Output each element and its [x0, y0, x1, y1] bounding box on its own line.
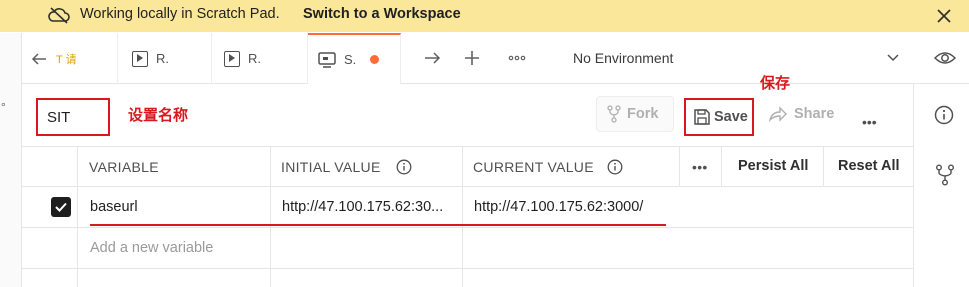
plus-icon[interactable] — [462, 48, 482, 68]
tab-label: R. — [248, 51, 261, 66]
fork-label: Fork — [627, 106, 659, 122]
persist-all-button[interactable]: Persist All — [722, 147, 824, 186]
environment-icon — [318, 51, 336, 68]
header-current-value-label: CURRENT VALUE — [473, 159, 594, 175]
row-checkbox-cell — [22, 187, 78, 227]
info-icon[interactable] — [607, 159, 623, 175]
header-variable-label: VARIABLE — [89, 159, 159, 175]
tab-label: S. — [344, 52, 357, 67]
new-row-checkbox-cell — [22, 228, 78, 268]
header-current-value: CURRENT VALUE — [463, 147, 680, 186]
collapsed-indicator[interactable]: ° — [1, 100, 6, 114]
table-header-row: VARIABLE INITIAL VALUE CURRENT VALUE •••… — [22, 146, 913, 187]
switch-workspace-link[interactable]: Switch to a Workspace — [303, 6, 461, 22]
filler-cell — [78, 269, 271, 287]
new-variable-cell[interactable]: Add a new variable — [78, 228, 271, 268]
environment-name-value: SIT — [47, 109, 71, 126]
tab-environment-active[interactable]: S. — [308, 33, 401, 84]
header-initial-value: INITIAL VALUE — [271, 147, 463, 186]
current-value-cell[interactable]: http://47.100.175.62:3000/ — [463, 187, 680, 227]
share-label: Share — [794, 106, 835, 122]
chevron-down-icon[interactable] — [885, 50, 901, 66]
banner-message: Working locally in Scratch Pad. — [80, 6, 280, 22]
variable-name: baseurl — [90, 199, 138, 215]
right-sidebar — [913, 84, 969, 287]
filler-cell — [22, 269, 78, 287]
header-checkbox-cell — [22, 147, 78, 186]
tab-bar: T 请 R. R. S. No Environment — [0, 33, 969, 84]
close-icon[interactable] — [934, 6, 954, 26]
left-collapsed-panel: ° — [0, 84, 22, 287]
initial-value: http://47.100.175.62:30... — [282, 199, 444, 215]
save-icon — [694, 109, 710, 125]
more-horizontal-icon: ••• — [862, 114, 877, 130]
scratch-pad-banner: Working locally in Scratch Pad. Switch t… — [0, 0, 969, 32]
reset-all-label: Reset All — [838, 158, 900, 174]
info-icon[interactable] — [396, 159, 412, 175]
annotation-save: 保存 — [760, 75, 791, 92]
fork-button[interactable]: Fork — [596, 96, 674, 132]
table-row-new: Add a new variable — [22, 228, 913, 269]
tab-label: T 请 — [56, 53, 77, 66]
play-box-icon — [132, 50, 148, 67]
variables-table: VARIABLE INITIAL VALUE CURRENT VALUE •••… — [22, 146, 913, 287]
environment-selector[interactable]: No Environment — [573, 50, 673, 66]
tab-request-1[interactable]: T 请 — [22, 33, 118, 84]
header-variable: VARIABLE — [78, 147, 271, 186]
more-options-button[interactable]: ••• — [862, 104, 888, 140]
share-icon — [768, 106, 787, 122]
variable-cell[interactable]: baseurl — [78, 187, 271, 227]
enabled-checkbox[interactable] — [51, 197, 71, 217]
annotation-set-name: 设置名称 — [128, 107, 189, 124]
share-button[interactable]: Share — [766, 96, 842, 132]
sidebar-collapsed-strip — [0, 33, 22, 84]
more-horizontal-icon: ••• — [692, 159, 708, 175]
info-icon[interactable] — [934, 105, 954, 125]
initial-value-cell[interactable]: http://47.100.175.62:30... — [271, 187, 463, 227]
tab-request-2[interactable]: R. — [118, 33, 212, 84]
fork-icon[interactable] — [935, 164, 955, 186]
fork-icon — [607, 105, 621, 123]
play-box-icon — [224, 50, 240, 67]
tab-label: R. — [156, 51, 169, 66]
new-initial-value-cell[interactable] — [271, 228, 463, 268]
environment-name-input[interactable]: SIT — [36, 98, 110, 136]
more-horizontal-icon[interactable] — [507, 48, 527, 68]
reset-all-button[interactable]: Reset All — [824, 147, 913, 186]
unsaved-dot — [370, 55, 380, 64]
arrow-right-icon[interactable] — [422, 48, 442, 68]
annotation-underline — [90, 224, 666, 226]
tab-request-3[interactable]: R. — [212, 33, 308, 84]
checkmark-icon — [55, 202, 67, 212]
filler-cell — [271, 269, 463, 287]
save-label: Save — [714, 109, 748, 125]
persist-all-label: Persist All — [738, 158, 809, 174]
table-row: baseurl http://47.100.175.62:30... http:… — [22, 187, 913, 228]
cloud-icon — [48, 7, 70, 24]
add-variable-placeholder: Add a new variable — [90, 240, 214, 256]
eye-icon[interactable] — [934, 48, 956, 68]
arrow-left-icon — [31, 52, 46, 65]
save-button[interactable]: Save — [684, 98, 754, 136]
table-filler-row — [22, 269, 913, 287]
header-more-button[interactable]: ••• — [680, 147, 722, 186]
new-current-value-cell[interactable] — [463, 228, 680, 268]
header-initial-value-label: INITIAL VALUE — [281, 159, 381, 175]
current-value: http://47.100.175.62:3000/ — [474, 199, 644, 215]
